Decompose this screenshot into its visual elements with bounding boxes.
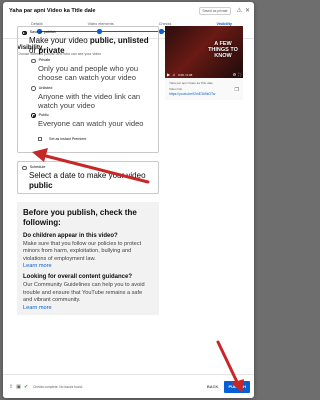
settings-icon[interactable]: ⚙	[233, 72, 237, 77]
save-or-publish-radio[interactable]	[22, 30, 27, 36]
saved-status-chip: Saved as private	[199, 7, 231, 15]
unlisted-desc: Anyone with the video link can watch you…	[38, 91, 141, 110]
video-info: Yaha par apni Video ka Title dale Video …	[165, 78, 243, 100]
guidance-text: Our Community Guidelines can help you to…	[23, 282, 145, 304]
player-controls: ▶ ♫ 0:00 / 0:38 ⚙ ⛶	[165, 71, 243, 78]
fullscreen-icon[interactable]: ⛶	[238, 72, 241, 77]
copy-icon[interactable]: ❐	[235, 87, 239, 93]
hd-icon[interactable]: ▣	[16, 384, 21, 390]
play-icon[interactable]: ▶	[167, 72, 170, 77]
private-label: Private	[38, 58, 51, 63]
video-link[interactable]: https://youtu.be/f2mE3h9kOTw	[169, 92, 239, 96]
guidance-question: Looking for overall content guidance?	[23, 274, 133, 281]
upload-status-icon[interactable]: ⇧	[9, 384, 13, 390]
public-label: Public	[38, 112, 49, 117]
private-radio[interactable]	[31, 58, 36, 64]
premiere-checkbox-row[interactable]: Set as instant Premiere	[38, 130, 154, 148]
before-publish-panel: Before you publish, check the following:…	[17, 202, 159, 315]
publish-button[interactable]: PUBLISH	[224, 380, 250, 393]
premiere-label: Set as instant Premiere	[49, 136, 87, 141]
save-or-publish-box: Save or publish Make your video public, …	[17, 26, 159, 154]
public-option[interactable]: Public Everyone can watch your video Set…	[31, 113, 154, 148]
schedule-box[interactable]: Schedule Select a date to make your vide…	[17, 161, 159, 195]
video-filename: Yaha par apni Video ka Title dale	[169, 81, 213, 85]
before-publish-title: Before you publish, check the following:	[23, 208, 137, 227]
private-desc: Only you and people who you choose can w…	[38, 64, 139, 83]
dialog-footer: ⇧ ▣ ✔ Checks complete. No issues found. …	[3, 374, 254, 398]
schedule-label: Schedule	[29, 165, 46, 170]
save-or-publish-desc: Make your video public, unlisted or priv…	[29, 36, 149, 55]
schedule-radio[interactable]	[22, 165, 27, 171]
public-desc: Everyone can watch your video	[38, 119, 144, 128]
public-radio[interactable]	[31, 113, 36, 118]
video-player[interactable]: A FEW THINGS TO KNOW ▶ ♫ 0:00 / 0:38 ⚙ ⛶	[165, 26, 243, 78]
guidance-learn-more-link[interactable]: Learn more	[23, 305, 153, 311]
children-learn-more-link[interactable]: Learn more	[23, 263, 153, 269]
unlisted-radio[interactable]	[31, 86, 36, 91]
visibility-options: Save or publish Make your video public, …	[17, 26, 159, 315]
checks-complete-icon[interactable]: ✔	[24, 384, 28, 390]
save-or-publish-label: Save or publish	[29, 30, 56, 34]
time-display: 0:00 / 0:38	[178, 72, 193, 77]
video-preview-card: A FEW THINGS TO KNOW ▶ ♫ 0:00 / 0:38 ⚙ ⛶…	[165, 26, 243, 100]
save-or-publish-option[interactable]: Save or publish	[22, 30, 154, 36]
step-dot-checks	[159, 29, 164, 34]
video-title: Yaha par apni Video ka Title dale	[9, 8, 96, 14]
dialog-header: Yaha par apni Video ka Title dale Saved …	[3, 2, 254, 20]
private-option[interactable]: Private Only you and people who you choo…	[31, 58, 154, 82]
checks-status-text: Checks complete. No issues found.	[33, 384, 84, 389]
upload-dialog: Yaha par apni Video ka Title dale Saved …	[3, 2, 254, 398]
volume-icon[interactable]: ♫	[172, 72, 175, 77]
alert-icon[interactable]: ⚠	[237, 8, 242, 14]
premiere-checkbox[interactable]	[38, 137, 42, 141]
back-button[interactable]: BACK	[207, 384, 219, 389]
thumbnail-text: A FEW THINGS TO KNOW	[208, 41, 238, 60]
children-question: Do children appear in this video?	[23, 232, 118, 239]
unlisted-label: Unlisted	[38, 85, 53, 90]
schedule-desc: Select a date to make your video public	[29, 171, 146, 190]
unlisted-option[interactable]: Unlisted Anyone with the video link can …	[31, 86, 154, 110]
video-link-label: Video link	[169, 87, 182, 91]
close-icon[interactable]: ✕	[245, 8, 250, 14]
children-text: Make sure that you follow our policies t…	[23, 240, 142, 262]
